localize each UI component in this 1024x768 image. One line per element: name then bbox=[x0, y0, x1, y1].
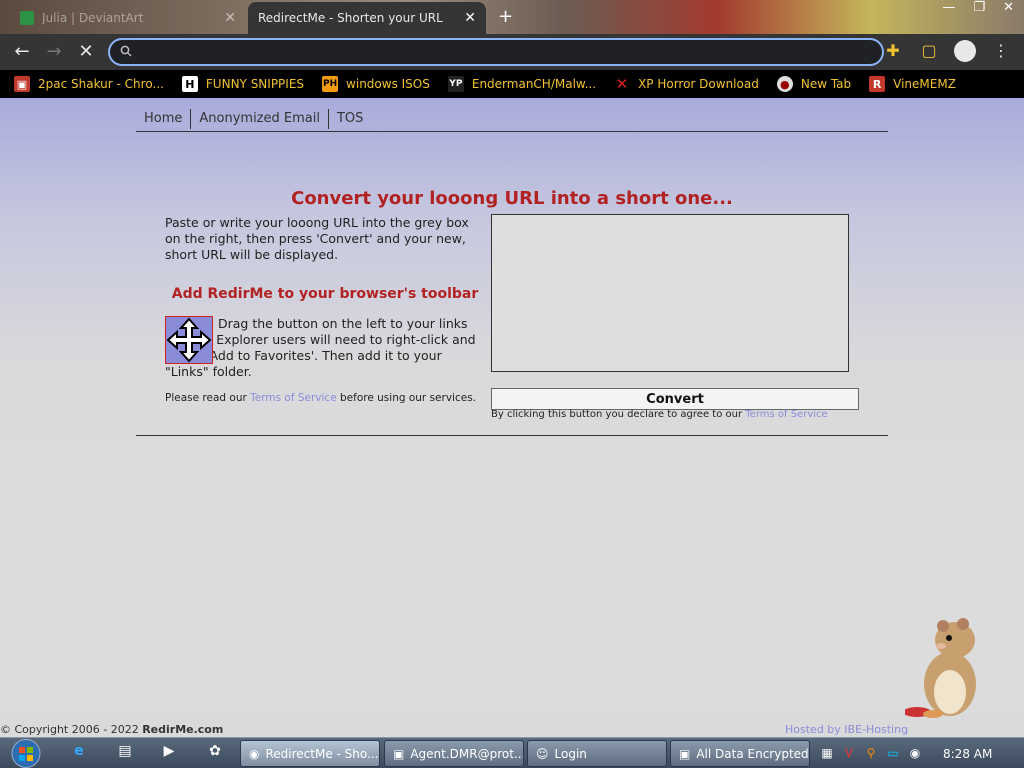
declare-label: By clicking this button you declare to a… bbox=[491, 409, 743, 420]
move-arrows-icon bbox=[166, 317, 212, 363]
search-icon bbox=[120, 45, 132, 60]
minimize-icon[interactable]: — bbox=[942, 0, 955, 15]
globe-icon: ● bbox=[776, 76, 793, 92]
bookmark-xp-horror[interactable]: ✕ XP Horror Download bbox=[614, 75, 759, 93]
tos-link-2[interactable]: Terms of Service bbox=[745, 409, 827, 420]
bookmark-label: New Tab bbox=[800, 77, 852, 91]
x-logo-icon: ✕ bbox=[615, 75, 629, 93]
bookmarks-bar: ▣ 2pac Shakur - Chro... H FUNNY SNIPPIES… bbox=[0, 70, 1024, 98]
tray-monitor-icon[interactable]: ▭ bbox=[885, 746, 901, 762]
taskbar-button-chrome[interactable]: ◉ RedirectMe - Sho... bbox=[240, 740, 380, 767]
yp-logo-icon: YP bbox=[447, 76, 464, 92]
omnibox[interactable] bbox=[108, 38, 884, 66]
user-icon: ☺ bbox=[536, 746, 549, 761]
page-title: Convert your looong URL into a short one… bbox=[291, 188, 733, 209]
declare-text: By clicking this button you declare to a… bbox=[491, 409, 828, 420]
tab-deviantart[interactable]: Julia | DeviantArt ✕ bbox=[10, 2, 246, 34]
taskbar-label: Agent.DMR@prot... bbox=[410, 746, 524, 761]
taskbar-button-login[interactable]: ☺ Login bbox=[527, 740, 667, 767]
bookmark-new-tab[interactable]: ● New Tab bbox=[776, 76, 852, 92]
bookmark-label: 2pac Shakur - Chro... bbox=[38, 77, 164, 91]
toolbar-right: ✚ ▢ ⋮ bbox=[882, 40, 1012, 62]
taskbar-button-agent[interactable]: ▣ Agent.DMR@prot... bbox=[384, 740, 524, 767]
site-nav: Home Anonymized Email TOS bbox=[136, 106, 888, 132]
tab-title: RedirectMe - Shorten your URL bbox=[258, 11, 443, 25]
new-tab-button[interactable]: + bbox=[498, 6, 513, 27]
bookmark-funny-snippies[interactable]: H FUNNY SNIPPIES bbox=[181, 76, 305, 92]
drag-bookmarklet-button[interactable] bbox=[165, 316, 213, 364]
extensions-icon[interactable]: ✚ bbox=[882, 40, 904, 62]
tray-search-icon[interactable]: ⚲ bbox=[863, 746, 879, 762]
r-logo-icon: R bbox=[869, 76, 886, 92]
bookmark-2pac[interactable]: ▣ 2pac Shakur - Chro... bbox=[14, 76, 164, 92]
read-after: before using our services. bbox=[340, 392, 476, 404]
taskbar-button-encrypted[interactable]: ▣ All Data Encrypted bbox=[670, 740, 810, 767]
browser-toolbar: ← → ✕ ✚ ▢ ⋮ bbox=[0, 34, 1024, 70]
page-content: Home Anonymized Email TOS Convert your l… bbox=[0, 98, 1024, 736]
media-player-icon[interactable]: ▶ bbox=[158, 743, 180, 765]
hosted-by-link[interactable]: Hosted by IBE-Hosting bbox=[785, 723, 908, 736]
tray-record-icon[interactable]: ◉ bbox=[907, 746, 923, 762]
briefcase-icon: ▣ bbox=[14, 76, 30, 92]
divider bbox=[136, 435, 888, 436]
start-button[interactable] bbox=[6, 738, 46, 768]
copyright: © Copyright 2006 - 2022 RedirMe.com bbox=[0, 723, 223, 736]
chrome-icon: ◉ bbox=[249, 746, 260, 761]
taskbar-label: Login bbox=[554, 746, 587, 761]
nav-home[interactable]: Home bbox=[136, 108, 192, 129]
tab-redirectme[interactable]: RedirectMe - Shorten your URL ✕ bbox=[248, 2, 486, 34]
hamster-desktop-pet[interactable] bbox=[905, 612, 985, 722]
nav-tos[interactable]: TOS bbox=[329, 109, 371, 129]
window-controls: — ❐ ✕ bbox=[942, 0, 1014, 15]
back-icon[interactable]: ← bbox=[10, 40, 34, 64]
bookmark-label: XP Horror Download bbox=[638, 77, 759, 91]
window-icon: ▣ bbox=[393, 746, 405, 761]
bookmark-label: FUNNY SNIPPIES bbox=[205, 77, 305, 91]
explorer-icon[interactable]: ▤ bbox=[114, 743, 136, 765]
ie-icon[interactable]: e bbox=[68, 743, 90, 765]
bookmark-endermanch[interactable]: YP EndermanCH/Malw... bbox=[447, 76, 597, 92]
taskbar-label: All Data Encrypted bbox=[696, 746, 809, 761]
nav-anonymized-email[interactable]: Anonymized Email bbox=[191, 108, 329, 129]
restore-icon[interactable]: ❐ bbox=[973, 0, 985, 15]
address-input[interactable] bbox=[140, 44, 882, 60]
bookmark-label: VineMEMZ bbox=[893, 77, 956, 91]
sidepanel-icon[interactable]: ▢ bbox=[918, 40, 940, 62]
bookmark-label: EndermanCH/Malw... bbox=[471, 77, 597, 91]
tray-v-icon[interactable]: V bbox=[841, 746, 857, 762]
tray-app-icon[interactable]: ▦ bbox=[819, 746, 835, 762]
taskbar-label: RedirectMe - Sho... bbox=[265, 746, 379, 761]
ph-logo-icon: PH bbox=[322, 76, 339, 92]
toolbar-heading: Add RedirMe to your browser's toolbar bbox=[171, 286, 479, 302]
copyright-prefix: © Copyright 2006 - 2022 bbox=[0, 723, 139, 736]
instructions-text: Paste or write your looong URL into the … bbox=[165, 215, 469, 262]
close-icon[interactable]: ✕ bbox=[224, 10, 236, 26]
read-before: Please read our bbox=[165, 392, 247, 404]
bookmark-label: windows ISOS bbox=[346, 77, 430, 91]
menu-icon[interactable]: ⋮ bbox=[990, 40, 1012, 62]
clock[interactable]: 8:28 AM bbox=[943, 747, 992, 761]
window-icon: ▣ bbox=[679, 746, 691, 761]
bookmark-windows-isos[interactable]: PH windows ISOS bbox=[322, 76, 430, 92]
tab-strip: Julia | DeviantArt ✕ RedirectMe - Shorte… bbox=[0, 0, 1024, 34]
url-input[interactable] bbox=[491, 214, 849, 372]
h-logo-icon: H bbox=[181, 76, 198, 92]
tos-link[interactable]: Terms of Service bbox=[250, 392, 337, 404]
read-tos-text: Please read our Terms of Service before … bbox=[165, 392, 476, 404]
system-tray: ▦ V ⚲ ▭ ◉ 8:28 AM bbox=[815, 738, 1024, 768]
close-window-icon[interactable]: ✕ bbox=[1003, 0, 1014, 15]
profile-avatar[interactable] bbox=[954, 40, 976, 62]
deviantart-icon bbox=[20, 11, 34, 25]
stop-icon[interactable]: ✕ bbox=[74, 40, 98, 64]
app-icon[interactable]: ✿ bbox=[204, 743, 226, 765]
convert-button[interactable]: Convert bbox=[491, 388, 859, 410]
bookmark-vinememz[interactable]: R VineMEMZ bbox=[869, 76, 956, 92]
copyright-site: RedirMe.com bbox=[142, 723, 224, 736]
forward-icon[interactable]: → bbox=[42, 40, 66, 64]
close-icon[interactable]: ✕ bbox=[464, 10, 476, 26]
taskbar: e ▤ ▶ ✿ ◉ RedirectMe - Sho... ▣ Agent.DM… bbox=[0, 737, 1024, 768]
tab-title: Julia | DeviantArt bbox=[42, 11, 144, 25]
